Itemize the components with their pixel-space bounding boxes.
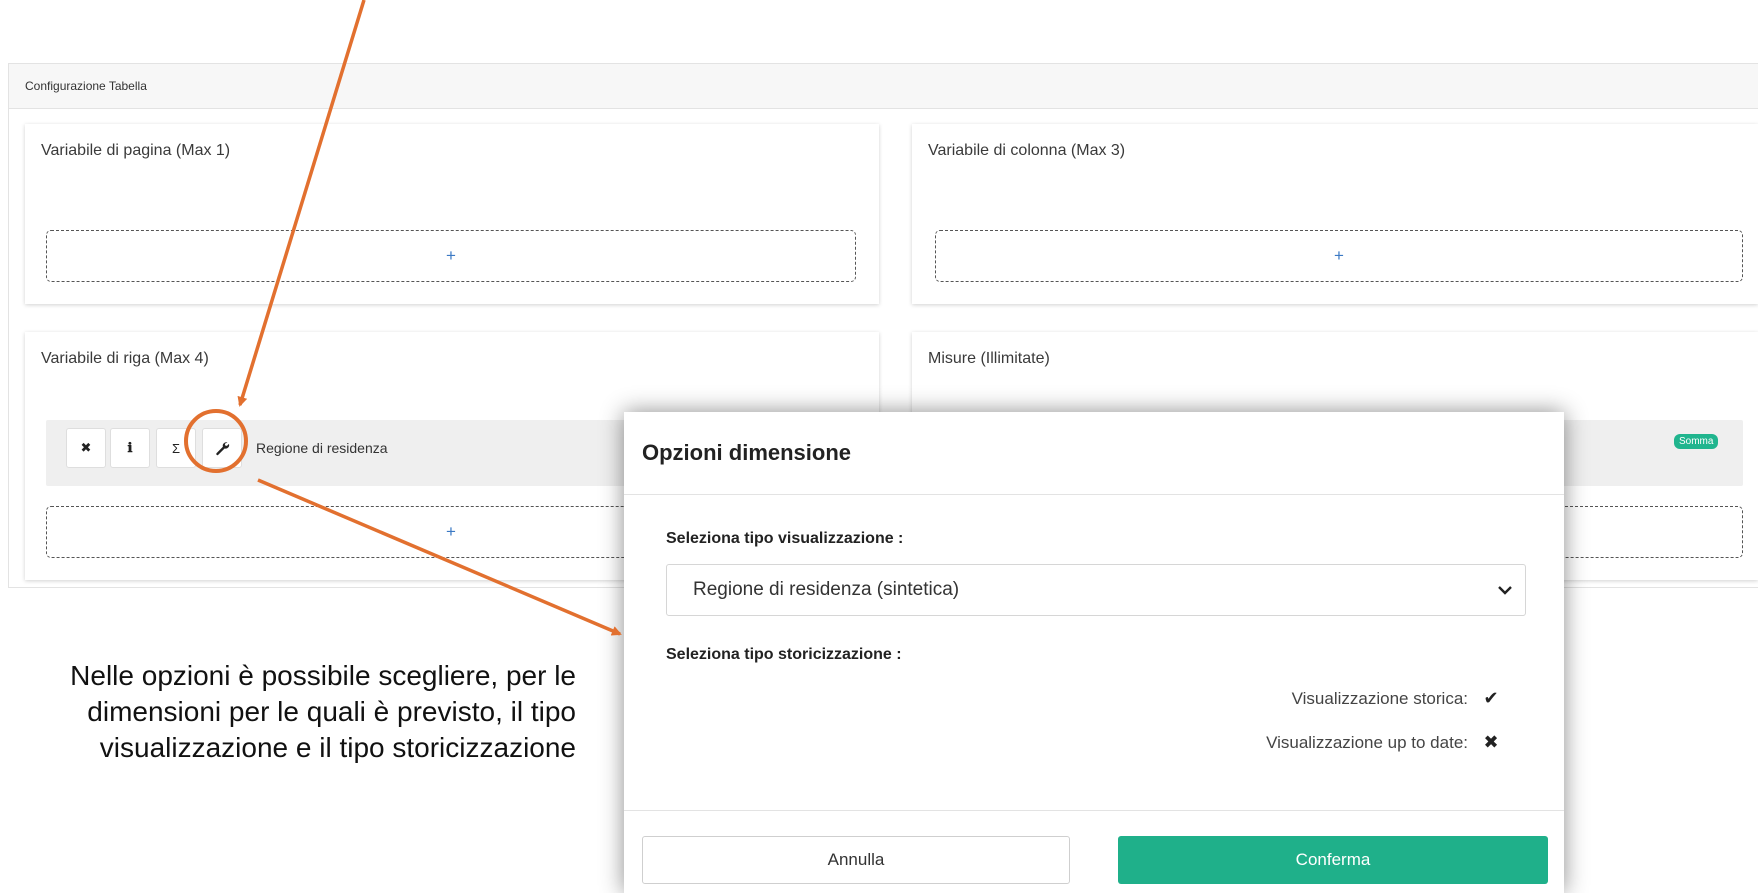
annotation-arrows — [237, 0, 622, 636]
arrow-to-modal — [257, 478, 622, 636]
arrow-to-wrench — [237, 0, 366, 407]
